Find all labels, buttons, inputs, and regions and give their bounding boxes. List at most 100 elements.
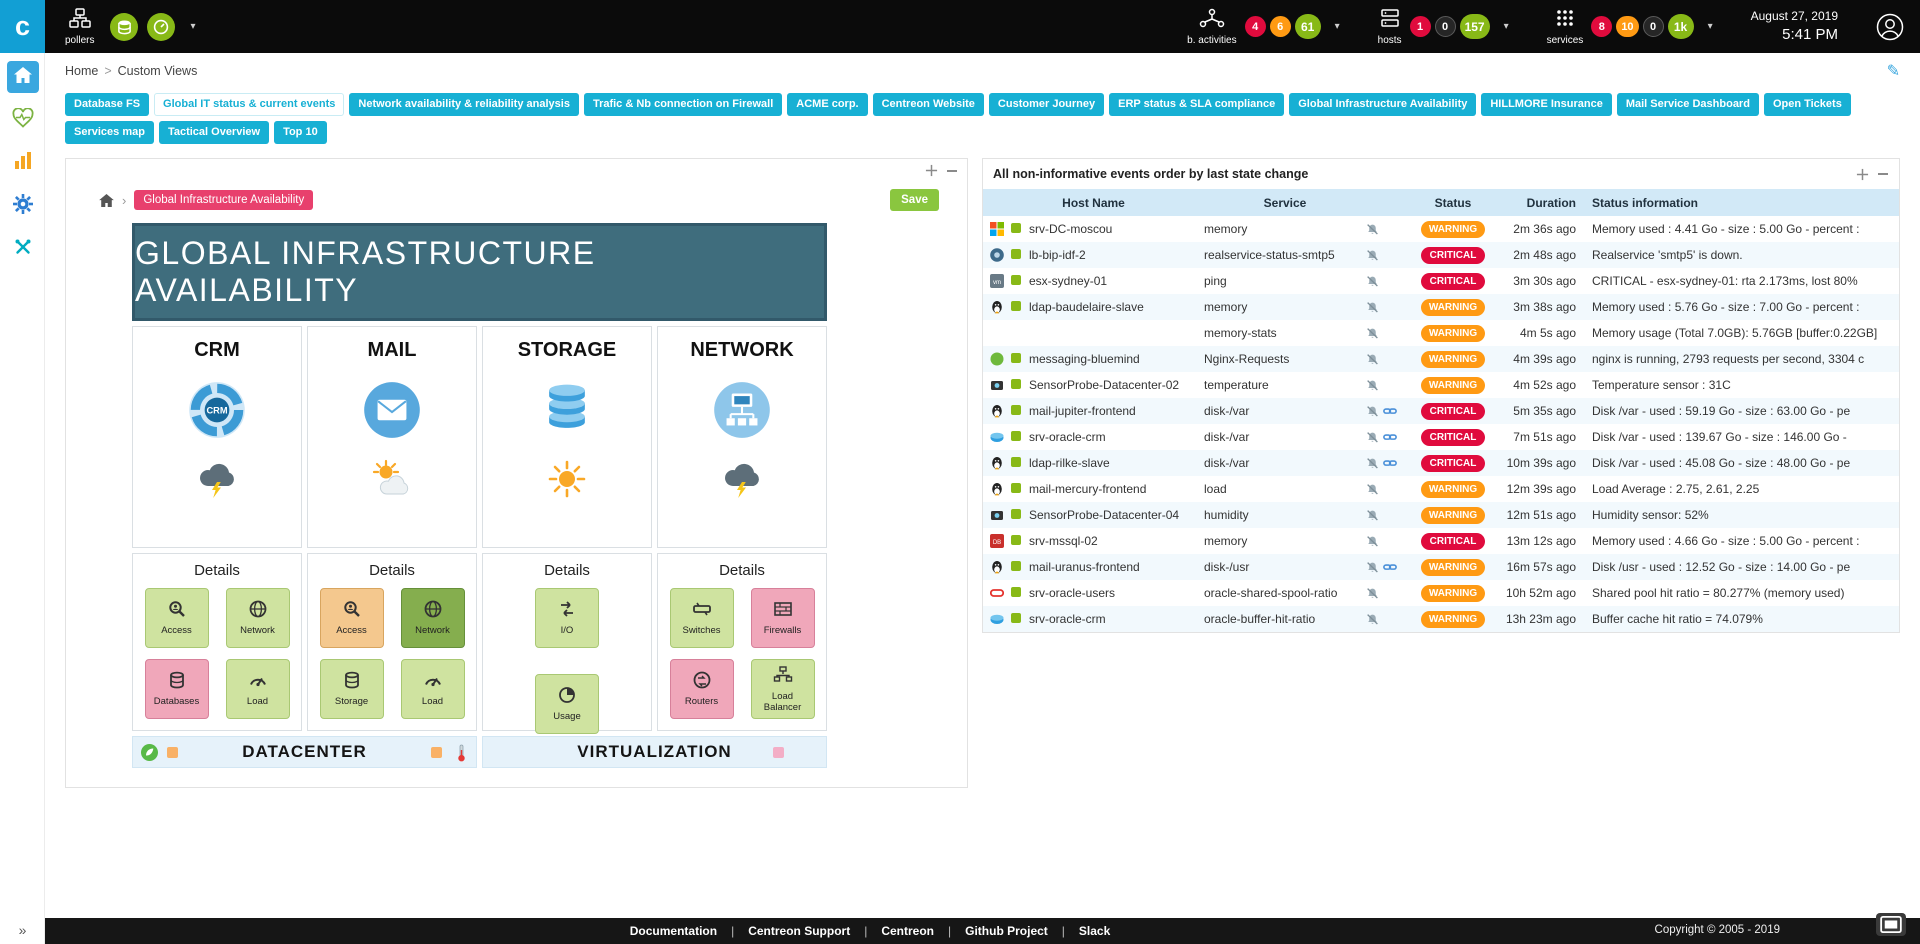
link-icon[interactable] [1383, 560, 1397, 574]
poller-database-status-icon[interactable] [110, 13, 138, 41]
topbar-hosts[interactable]: hosts 10157 ▾ [1378, 8, 1509, 46]
tab-mail-service-dashboard[interactable]: Mail Service Dashboard [1617, 93, 1759, 116]
column-service[interactable]: Service [1204, 196, 1366, 210]
tile-access[interactable]: Access [145, 588, 209, 648]
tile-access[interactable]: Access [320, 588, 384, 648]
service-name[interactable]: temperature [1204, 378, 1366, 392]
tab-trafic-nb-connection-on-firewall[interactable]: Trafic & Nb connection on Firewall [584, 93, 782, 116]
link-icon[interactable] [1383, 430, 1397, 444]
save-button[interactable]: Save [890, 189, 939, 211]
tab-open-tickets[interactable]: Open Tickets [1764, 93, 1851, 116]
tile-storage[interactable]: Storage [320, 659, 384, 719]
tile-network[interactable]: Network [401, 588, 465, 648]
tile-routers[interactable]: Routers [670, 659, 734, 719]
bell-muted-icon[interactable] [1366, 353, 1379, 366]
tab-customer-journey[interactable]: Customer Journey [989, 93, 1104, 116]
tab-global-it-status-current-events[interactable]: Global IT status & current events [154, 93, 344, 116]
category-card-storage[interactable]: STORAGE [482, 326, 652, 548]
bell-muted-icon[interactable] [1366, 431, 1379, 444]
bell-muted-icon[interactable] [1366, 275, 1379, 288]
edit-view-pencil-icon[interactable]: ✎ [1887, 61, 1900, 81]
bell-muted-icon[interactable] [1366, 301, 1379, 314]
tab-services-map[interactable]: Services map [65, 121, 154, 144]
host-name[interactable]: messaging-bluemind [1029, 352, 1204, 366]
service-name[interactable]: disk-/usr [1204, 560, 1366, 574]
tab-hillmore-insurance[interactable]: HILLMORE Insurance [1481, 93, 1611, 116]
fullscreen-icon[interactable] [1876, 913, 1906, 936]
bell-muted-icon[interactable] [1366, 587, 1379, 600]
host-name[interactable]: srv-mssql-02 [1029, 534, 1204, 548]
tile-firewalls[interactable]: Firewalls [751, 588, 815, 648]
bell-muted-icon[interactable] [1366, 327, 1379, 340]
footer-link-centreon[interactable]: Centreon [881, 924, 934, 938]
topbar-pollers[interactable]: pollers [65, 8, 94, 46]
zone-virtualization[interactable]: VIRTUALIZATION [482, 736, 827, 768]
tile-network[interactable]: Network [226, 588, 290, 648]
tile-switches[interactable]: Switches [670, 588, 734, 648]
bell-muted-icon[interactable] [1366, 223, 1379, 236]
tile-i-o[interactable]: I/O [535, 588, 599, 648]
bell-muted-icon[interactable] [1366, 379, 1379, 392]
widget-move-icon[interactable] [1856, 168, 1869, 181]
service-name[interactable]: memory-stats [1204, 326, 1366, 340]
footer-link-github-project[interactable]: Github Project [965, 924, 1048, 938]
host-name[interactable]: srv-oracle-crm [1029, 612, 1204, 626]
service-name[interactable]: memory [1204, 534, 1366, 548]
tile-databases[interactable]: Databases [145, 659, 209, 719]
bell-muted-icon[interactable] [1366, 509, 1379, 522]
tab-erp-status-sla-compliance[interactable]: ERP status & SLA compliance [1109, 93, 1284, 116]
footer-link-slack[interactable]: Slack [1079, 924, 1110, 938]
tile-load[interactable]: Load [226, 659, 290, 719]
category-card-crm[interactable]: CRMCRM [132, 326, 302, 548]
host-name[interactable]: mail-mercury-frontend [1029, 482, 1204, 496]
topbar-services[interactable]: services 81001k ▾ [1547, 8, 1713, 46]
column-host-name[interactable]: Host Name [983, 196, 1204, 210]
sidebar-item-administration[interactable] [7, 233, 39, 265]
zone-datacenter[interactable]: DATACENTER [132, 736, 477, 768]
host-name[interactable]: lb-bip-idf-2 [1029, 248, 1204, 262]
host-name[interactable]: SensorProbe-Datacenter-04 [1029, 508, 1204, 522]
sidebar-item-monitoring[interactable] [7, 104, 39, 136]
user-avatar[interactable] [1876, 13, 1904, 41]
service-name[interactable]: disk-/var [1204, 456, 1366, 470]
footer-link-centreon-support[interactable]: Centreon Support [748, 924, 850, 938]
tab-top-10[interactable]: Top 10 [274, 121, 327, 144]
bell-muted-icon[interactable] [1366, 249, 1379, 262]
service-name[interactable]: Nginx-Requests [1204, 352, 1366, 366]
host-name[interactable]: srv-oracle-users [1029, 586, 1204, 600]
sidebar-item-home[interactable] [7, 61, 39, 93]
column-status[interactable]: Status [1412, 196, 1494, 210]
service-name[interactable]: disk-/var [1204, 404, 1366, 418]
host-name[interactable]: srv-oracle-crm [1029, 430, 1204, 444]
category-card-network[interactable]: NETWORK [657, 326, 827, 548]
sidebar-item-reporting[interactable] [7, 147, 39, 179]
bell-muted-icon[interactable] [1366, 561, 1379, 574]
service-name[interactable]: memory [1204, 222, 1366, 236]
tab-database-fs[interactable]: Database FS [65, 93, 149, 116]
tile-load[interactable]: Load [401, 659, 465, 719]
widget-move-icon[interactable] [925, 164, 938, 177]
map-breadcrumb-badge[interactable]: Global Infrastructure Availability [134, 190, 313, 210]
bell-muted-icon[interactable] [1366, 613, 1379, 626]
tile-load-balancer[interactable]: Load Balancer [751, 659, 815, 719]
footer-link-documentation[interactable]: Documentation [630, 924, 717, 938]
map-home-icon[interactable] [99, 194, 114, 207]
breadcrumb-home[interactable]: Home [65, 64, 98, 78]
service-name[interactable]: ping [1204, 274, 1366, 288]
service-name[interactable]: memory [1204, 300, 1366, 314]
centreon-logo[interactable]: c [0, 0, 45, 53]
tab-centreon-website[interactable]: Centreon Website [873, 93, 984, 116]
category-card-mail[interactable]: MAIL [307, 326, 477, 548]
widget-collapse-icon[interactable] [1877, 168, 1889, 181]
service-name[interactable]: disk-/var [1204, 430, 1366, 444]
bell-muted-icon[interactable] [1366, 535, 1379, 548]
host-name[interactable]: SensorProbe-Datacenter-02 [1029, 378, 1204, 392]
service-name[interactable]: humidity [1204, 508, 1366, 522]
link-icon[interactable] [1383, 404, 1397, 418]
service-name[interactable]: load [1204, 482, 1366, 496]
tab-tactical-overview[interactable]: Tactical Overview [159, 121, 269, 144]
host-name[interactable]: mail-jupiter-frontend [1029, 404, 1204, 418]
widget-collapse-icon[interactable] [946, 165, 958, 177]
column-duration[interactable]: Duration [1494, 196, 1586, 210]
sidebar-item-configuration[interactable] [7, 190, 39, 222]
